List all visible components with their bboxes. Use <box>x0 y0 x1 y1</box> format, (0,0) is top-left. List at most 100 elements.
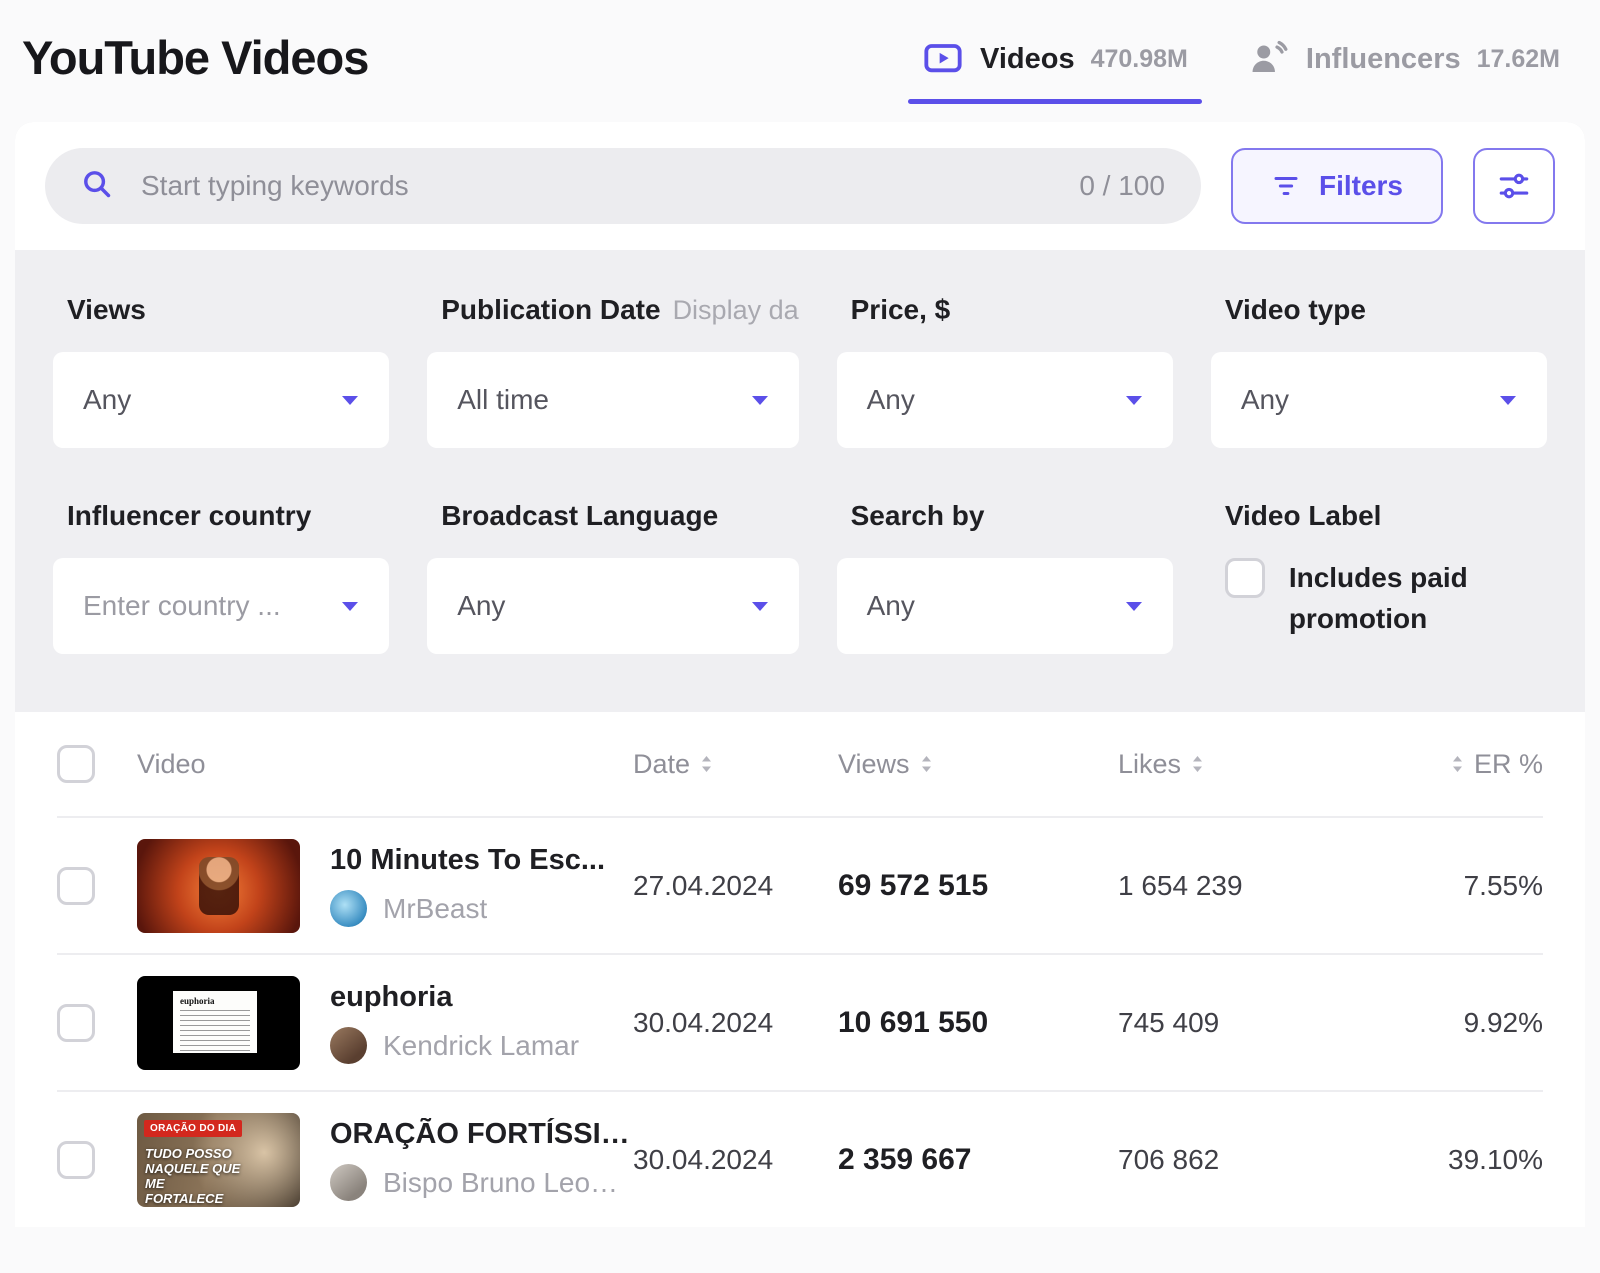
video-date: 30.04.2024 <box>633 1144 838 1176</box>
broadcast-language-select-value: Any <box>457 590 505 622</box>
tab-influencers[interactable]: Influencers 17.62M <box>1248 38 1560 104</box>
channel-avatar[interactable] <box>330 890 367 927</box>
video-thumbnail[interactable]: euphoria <box>137 976 300 1070</box>
chevron-down-icon <box>1125 395 1143 406</box>
search-by-filter-label: Search by <box>851 500 985 532</box>
video-views: 2 359 667 <box>838 1143 1118 1177</box>
search-icon <box>81 168 113 205</box>
video-title[interactable]: euphoria <box>330 981 579 1014</box>
filter-influencer-country: Influencer country Enter country ... <box>53 500 389 654</box>
video-thumbnail[interactable] <box>137 839 300 933</box>
search-by-select-value: Any <box>867 590 915 622</box>
video-screen-icon <box>922 38 964 80</box>
tab-videos-count: 470.98M <box>1091 45 1188 74</box>
search-by-select[interactable]: Any <box>837 558 1173 654</box>
channel-name[interactable]: MrBeast <box>383 893 487 925</box>
filter-grid: Views Any Publication Date Display da Al… <box>15 250 1585 712</box>
channel-avatar[interactable] <box>330 1027 367 1064</box>
tab-videos-label: Videos <box>980 43 1075 76</box>
column-header-er[interactable]: ER % <box>1383 749 1543 780</box>
filter-video-label: Video Label Includes paid promotion <box>1211 500 1547 654</box>
publication-date-select[interactable]: All time <box>427 352 798 448</box>
video-type-select-value: Any <box>1241 384 1289 416</box>
chevron-down-icon <box>341 395 359 406</box>
video-er: 39.10% <box>1383 1144 1543 1176</box>
video-label-filter-label: Video Label <box>1225 500 1382 532</box>
sort-icon <box>920 755 933 773</box>
column-header-video: Video <box>137 749 633 780</box>
sort-icon <box>1191 755 1204 773</box>
influencer-country-select-value: Enter country ... <box>83 590 281 622</box>
video-title[interactable]: ORAÇÃO FORTÍSSIMA <box>330 1118 633 1151</box>
funnel-icon <box>1271 171 1301 201</box>
publication-date-select-value: All time <box>457 384 549 416</box>
video-likes: 745 409 <box>1118 1007 1383 1039</box>
videos-table: Video Date Views Likes ER % <box>15 712 1585 1227</box>
column-header-date[interactable]: Date <box>633 749 838 780</box>
publication-date-sublabel: Display da <box>673 295 799 326</box>
filter-views: Views Any <box>53 294 389 448</box>
page-header: YouTube Videos Videos 470.98M In <box>0 0 1600 104</box>
filter-video-type: Video type Any <box>1211 294 1547 448</box>
video-date: 27.04.2024 <box>633 870 838 902</box>
filter-search-by: Search by Any <box>837 500 1173 654</box>
tab-bar: Videos 470.98M Influencers 17.62M <box>922 38 1560 104</box>
channel-name[interactable]: Bispo Bruno Leonardo <box>383 1167 633 1199</box>
tab-videos[interactable]: Videos 470.98M <box>922 38 1188 104</box>
advanced-settings-button[interactable] <box>1473 148 1555 224</box>
video-er: 9.92% <box>1383 1007 1543 1039</box>
filter-broadcast-language: Broadcast Language Any <box>427 500 798 654</box>
row-checkbox[interactable] <box>57 1141 95 1179</box>
chevron-down-icon <box>1499 395 1517 406</box>
channel-name[interactable]: Kendrick Lamar <box>383 1030 579 1062</box>
table-row[interactable]: ORAÇÃO DO DIA TUDO POSSO NAQUELE QUE ME … <box>57 1090 1543 1227</box>
video-title[interactable]: 10 Minutes To Esc... <box>330 844 605 877</box>
publication-date-filter-label: Publication Date <box>441 294 660 326</box>
tab-influencers-count: 17.62M <box>1477 45 1560 74</box>
tab-influencers-label: Influencers <box>1306 43 1461 76</box>
broadcast-language-select[interactable]: Any <box>427 558 798 654</box>
row-checkbox[interactable] <box>57 867 95 905</box>
main-card: 0 / 100 Filters <box>15 122 1585 1227</box>
video-er: 7.55% <box>1383 870 1543 902</box>
influencer-country-filter-label: Influencer country <box>67 500 311 532</box>
sliders-icon <box>1497 169 1531 203</box>
paid-promotion-label: Includes paid promotion <box>1289 558 1509 639</box>
price-select[interactable]: Any <box>837 352 1173 448</box>
filters-button-label: Filters <box>1319 170 1403 202</box>
filters-button[interactable]: Filters <box>1231 148 1443 224</box>
row-checkbox[interactable] <box>57 1004 95 1042</box>
broadcast-language-filter-label: Broadcast Language <box>441 500 718 532</box>
price-filter-label: Price, $ <box>851 294 951 326</box>
views-select-value: Any <box>83 384 131 416</box>
column-header-views[interactable]: Views <box>838 749 1118 780</box>
video-likes: 1 654 239 <box>1118 870 1383 902</box>
table-row[interactable]: euphoria euphoria Kendrick Lamar 30.04.2… <box>57 953 1543 1090</box>
chevron-down-icon <box>751 601 769 612</box>
keyword-search[interactable]: 0 / 100 <box>45 148 1201 224</box>
table-header-row: Video Date Views Likes ER % <box>57 712 1543 816</box>
sort-icon <box>1451 755 1464 773</box>
chevron-down-icon <box>1125 601 1143 612</box>
video-likes: 706 862 <box>1118 1144 1383 1176</box>
column-header-likes[interactable]: Likes <box>1118 749 1383 780</box>
chevron-down-icon <box>341 601 359 612</box>
search-input[interactable] <box>141 170 1051 202</box>
channel-avatar[interactable] <box>330 1164 367 1201</box>
video-type-select[interactable]: Any <box>1211 352 1547 448</box>
video-date: 30.04.2024 <box>633 1007 838 1039</box>
select-all-checkbox[interactable] <box>57 745 95 783</box>
video-views: 10 691 550 <box>838 1006 1118 1040</box>
filter-publication-date: Publication Date Display da All time <box>427 294 798 448</box>
video-type-filter-label: Video type <box>1225 294 1366 326</box>
filter-price: Price, $ Any <box>837 294 1173 448</box>
video-thumbnail[interactable]: ORAÇÃO DO DIA TUDO POSSO NAQUELE QUE ME … <box>137 1113 300 1207</box>
views-select[interactable]: Any <box>53 352 389 448</box>
influencer-person-icon <box>1248 38 1290 80</box>
price-select-value: Any <box>867 384 915 416</box>
table-row[interactable]: 10 Minutes To Esc... MrBeast 27.04.2024 … <box>57 816 1543 953</box>
influencer-country-select[interactable]: Enter country ... <box>53 558 389 654</box>
paid-promotion-checkbox[interactable] <box>1225 558 1265 598</box>
chevron-down-icon <box>751 395 769 406</box>
thumbnail-text: euphoria <box>180 996 250 1006</box>
